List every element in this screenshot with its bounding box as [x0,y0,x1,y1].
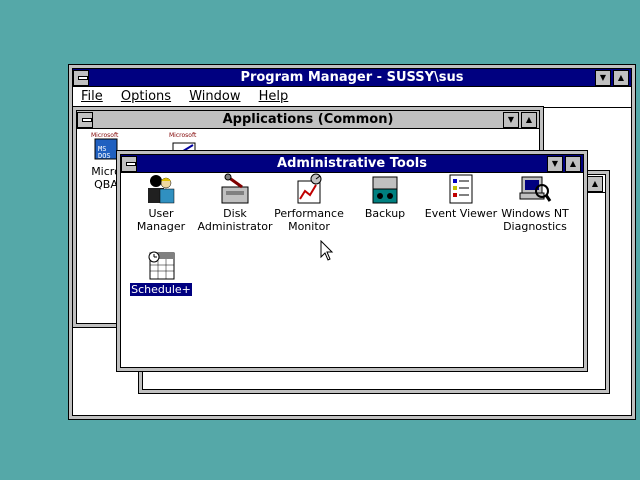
menu-options[interactable]: Options [121,87,171,107]
menu-file-label: File [81,89,103,104]
admin-tools-title: Administrative Tools [277,156,427,171]
system-menu-button[interactable] [73,70,89,86]
event-viewer-icon [444,173,478,205]
admin-tools-minimize-button[interactable]: ▼ [547,156,563,172]
performance-monitor-item[interactable]: Performance Monitor [271,173,347,233]
applications-system-menu-button[interactable] [77,112,93,128]
applications-minimize-button[interactable]: ▼ [503,112,519,128]
schedule-plus-icon [144,249,178,281]
menu-window-label: Window [189,89,241,104]
schedule-plus-item[interactable]: Schedule+ [123,249,199,297]
user-manager-label: User Manager [136,207,186,233]
menu-file[interactable]: File [81,87,103,107]
svg-text:Microsoft: Microsoft [169,132,197,139]
menu-help[interactable]: Help [259,87,289,107]
user-manager-icon [144,173,178,205]
event-viewer-label: Event Viewer [424,207,498,220]
maximize-button[interactable]: ▲ [613,70,629,86]
event-viewer-item[interactable]: Event Viewer [423,173,499,220]
minimize-button[interactable]: ▼ [595,70,611,86]
nt-diagnostics-icon [518,173,552,205]
performance-monitor-label-2: Monitor [288,220,330,233]
applications-system-menu-icon [82,118,92,122]
disk-administrator-label-2: Administrator [197,220,273,233]
nt-diagnostics-item[interactable]: Windows NT Diagnostics [497,173,573,233]
nt-diagnostics-label-2: Diagnostics [503,220,567,233]
applications-maximize-button[interactable]: ▲ [521,112,537,128]
admin-tools-window[interactable]: Administrative Tools ▼ ▲ User Manager Di… [116,150,588,372]
backup-icon [368,173,402,205]
applications-title: Applications (Common) [222,112,394,127]
svg-text:DOS: DOS [98,152,111,160]
background-group-maximize-button[interactable]: ▲ [587,176,603,192]
user-manager-item[interactable]: User Manager [123,173,199,233]
performance-monitor-label-1: Performance [274,207,344,220]
program-manager-title: Program Manager - SUSSY\sus [240,70,464,85]
admin-tools-titlebar[interactable]: Administrative Tools [121,155,583,173]
menu-options-label: Options [120,89,172,104]
menu-help-label: Help [258,89,289,104]
disk-administrator-label-1: Disk [223,207,247,220]
mouse-pointer-icon [320,239,334,262]
disk-administrator-icon [218,173,252,205]
system-menu-icon [78,76,88,80]
admin-tools-system-menu-icon [126,162,136,166]
menu-window[interactable]: Window [189,87,240,107]
backup-label: Backup [364,207,406,220]
nt-diagnostics-label-1: Windows NT [501,207,569,220]
admin-tools-system-menu-button[interactable] [121,156,137,172]
applications-titlebar[interactable]: Applications (Common) [77,111,539,129]
menu-bar: File Options Window Help [73,87,631,108]
admin-tools-maximize-button[interactable]: ▲ [565,156,581,172]
svg-text:Microsoft: Microsoft [91,132,119,139]
performance-monitor-icon [292,173,326,205]
schedule-plus-label: Schedule+ [129,282,193,297]
program-manager-titlebar[interactable]: Program Manager - SUSSY\sus [73,69,631,87]
backup-item[interactable]: Backup [347,173,423,220]
disk-administrator-item[interactable]: Disk Administrator [197,173,273,233]
